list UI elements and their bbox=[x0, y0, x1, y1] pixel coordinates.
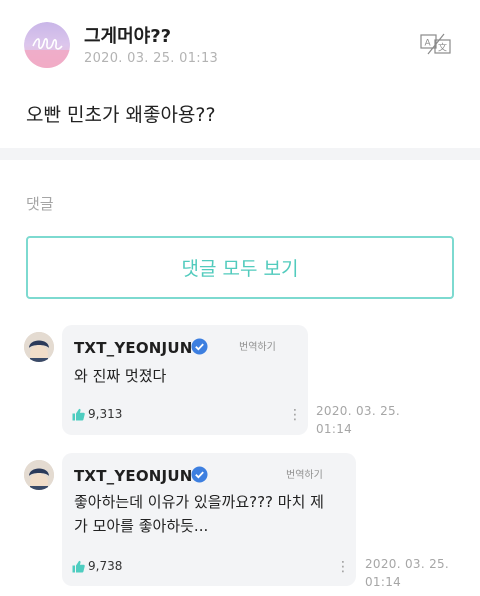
verified-icon bbox=[191, 466, 208, 483]
comment-date: 2020. 03. 25. bbox=[365, 557, 450, 571]
translate-link[interactable]: 번역하기 bbox=[286, 466, 323, 481]
comment-item: TXT_YEONJUN 번역하기 와 진짜 멋졌다 9,313 ⋮ 2020. … bbox=[0, 325, 480, 438]
translate-icon[interactable]: A 文 bbox=[418, 32, 454, 56]
svg-text:A: A bbox=[425, 39, 432, 49]
post-timestamp: 2020. 03. 25. 01:13 bbox=[84, 51, 219, 66]
commenter-name[interactable]: TXT_YEONJUN bbox=[74, 467, 192, 485]
comment-text-line: 가 모아를 좋아하듯... bbox=[74, 517, 209, 535]
author-name[interactable]: 그게머야?? bbox=[84, 22, 171, 48]
comment-bubble: TXT_YEONJUN 번역하기 와 진짜 멋졌다 9,313 ⋮ bbox=[62, 325, 308, 435]
comment-time: 01:14 bbox=[365, 575, 402, 589]
commenter-name[interactable]: TXT_YEONJUN bbox=[74, 339, 192, 357]
comment-text-line: 좋아하는데 이유가 있을까요??? 마치 제 bbox=[74, 493, 324, 511]
like-count: 9,313 bbox=[88, 407, 123, 421]
post-header: 그게머야?? 2020. 03. 25. 01:13 A 文 bbox=[0, 0, 480, 80]
thumbs-up-icon bbox=[72, 408, 85, 420]
comments-label: 댓글 bbox=[26, 195, 54, 213]
more-options-icon[interactable]: ⋮ bbox=[336, 559, 350, 575]
comment-time: 01:14 bbox=[316, 422, 353, 436]
commenter-avatar[interactable] bbox=[24, 332, 54, 362]
section-divider bbox=[0, 148, 480, 160]
view-all-comments-button[interactable]: 댓글 모두 보기 bbox=[26, 236, 454, 299]
author-avatar[interactable] bbox=[24, 22, 70, 68]
thumbs-up-icon bbox=[72, 560, 85, 572]
like-button[interactable]: 9,313 bbox=[72, 407, 122, 421]
like-count: 9,738 bbox=[88, 559, 123, 573]
translate-link[interactable]: 번역하기 bbox=[239, 338, 276, 353]
comment-date: 2020. 03. 25. bbox=[316, 404, 401, 418]
more-options-icon[interactable]: ⋮ bbox=[288, 407, 302, 423]
post-body: 오빤 민초가 왜좋아용?? bbox=[26, 104, 216, 126]
like-button[interactable]: 9,738 bbox=[72, 559, 122, 573]
comment-bubble: TXT_YEONJUN 번역하기 좋아하는데 이유가 있을까요??? 마치 제 … bbox=[62, 453, 356, 586]
comment-timestamp: 2020. 03. 25. 01:14 bbox=[316, 402, 400, 438]
svg-text:文: 文 bbox=[438, 42, 447, 54]
comment-item: TXT_YEONJUN 번역하기 좋아하는데 이유가 있을까요??? 마치 제 … bbox=[0, 453, 480, 589]
comment-text-line: 와 진짜 멋졌다 bbox=[74, 367, 167, 385]
commenter-avatar[interactable] bbox=[24, 460, 54, 490]
comment-timestamp: 2020. 03. 25. 01:14 bbox=[365, 555, 449, 591]
verified-icon bbox=[191, 338, 208, 355]
